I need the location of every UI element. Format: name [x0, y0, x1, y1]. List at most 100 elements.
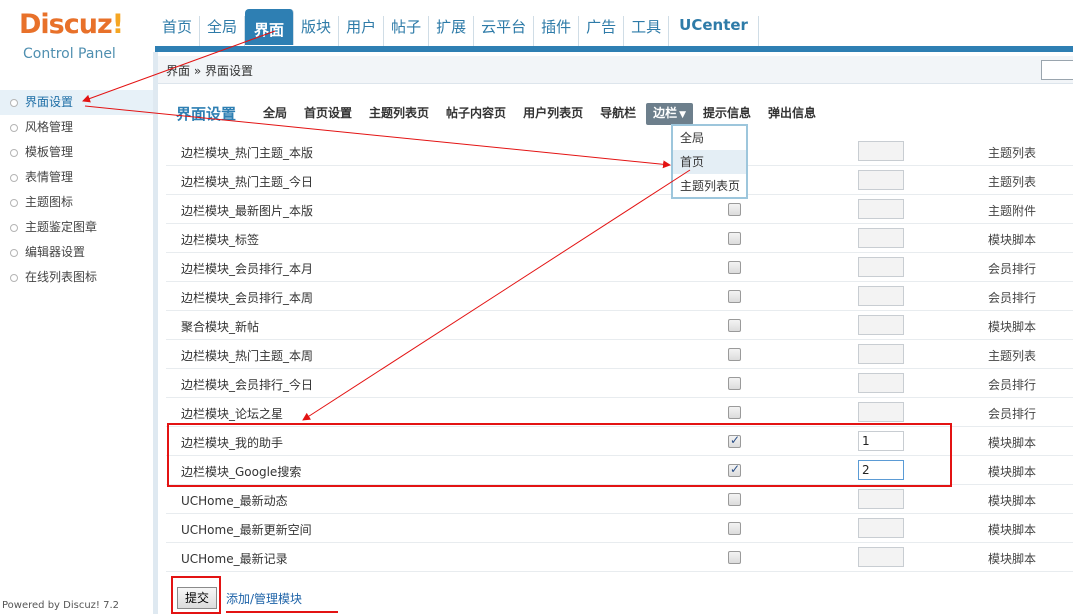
subnav-tab-forumdisplay[interactable]: 主题列表页: [362, 103, 436, 125]
caret-down-icon: ▼: [679, 110, 687, 120]
breadcrumb: 界面 » 界面设置: [166, 64, 253, 78]
order-input[interactable]: 1: [858, 431, 904, 451]
subnav-tab-popups[interactable]: 弹出信息: [761, 103, 823, 125]
page-title: 界面设置: [176, 105, 237, 123]
module-type: 模块脚本: [988, 320, 1037, 334]
module-type: 模块脚本: [988, 552, 1037, 566]
dropdown-item-index[interactable]: 首页: [673, 150, 746, 174]
sidebar-item-thread-icons[interactable]: 主题图标: [0, 190, 153, 215]
enable-checkbox[interactable]: [728, 319, 741, 332]
module-name: 边栏模块_会员排行_本月: [181, 262, 314, 276]
dropdown-item-global[interactable]: 全局: [673, 126, 746, 150]
enable-checkbox[interactable]: [728, 203, 741, 216]
order-input[interactable]: [858, 402, 904, 422]
topnav-tab-posts[interactable]: 帖子: [384, 16, 430, 46]
enable-checkbox[interactable]: [728, 406, 741, 419]
table-row: UCHome_最新记录 模块脚本: [166, 543, 1073, 572]
module-type: 主题列表: [988, 349, 1037, 363]
sub-nav: 全局 首页设置 主题列表页 帖子内容页 用户列表页 导航栏 边栏 ▼ 提示信息 弹…: [256, 103, 826, 125]
topnav-tab-ads[interactable]: 广告: [579, 16, 625, 46]
enable-checkbox[interactable]: [728, 348, 741, 361]
order-input[interactable]: [858, 547, 904, 567]
subnav-tab-messages[interactable]: 提示信息: [696, 103, 758, 125]
sidebar-item-stamps[interactable]: 主题鉴定图章: [0, 215, 153, 240]
logo-subtitle: Control Panel: [23, 46, 116, 62]
subnav-tab-memberlist[interactable]: 用户列表页: [516, 103, 590, 125]
module-type: 主题附件: [988, 204, 1037, 218]
sidebar-divider: [153, 52, 158, 614]
enable-checkbox[interactable]: [728, 493, 741, 506]
header-divider: [155, 46, 1073, 52]
enable-checkbox[interactable]: [728, 551, 741, 564]
module-name: 边栏模块_Google搜索: [181, 465, 302, 479]
order-input[interactable]: [858, 286, 904, 306]
enable-checkbox[interactable]: [728, 232, 741, 245]
module-name: 边栏模块_热门主题_今日: [181, 175, 314, 189]
module-type: 模块脚本: [988, 233, 1037, 247]
subnav-tab-sidebar[interactable]: 边栏 ▼: [646, 103, 694, 125]
table-row: 聚合模块_新帖 模块脚本: [166, 311, 1073, 340]
sidebar-item-online-icons[interactable]: 在线列表图标: [0, 265, 153, 290]
enable-checkbox[interactable]: [728, 261, 741, 274]
module-name: 边栏模块_我的助手: [181, 436, 284, 450]
module-name: UCHome_最新动态: [181, 494, 288, 508]
module-type: 主题列表: [988, 146, 1037, 160]
order-input[interactable]: [858, 257, 904, 277]
topnav-tab-home[interactable]: 首页: [155, 16, 201, 46]
subnav-tab-sidebar-label: 边栏: [653, 106, 678, 120]
module-type: 主题列表: [988, 175, 1037, 189]
sidebar-item-styles[interactable]: 风格管理: [0, 115, 153, 140]
subnav-tab-global[interactable]: 全局: [256, 103, 294, 125]
topnav-tab-plugins[interactable]: 插件: [534, 16, 580, 46]
table-row: 边栏模块_热门主题_本版 主题列表: [166, 137, 1073, 166]
order-input[interactable]: [858, 170, 904, 190]
dropdown-item-forumdisplay[interactable]: 主题列表页: [673, 174, 746, 198]
enable-checkbox[interactable]: [728, 433, 741, 448]
module-name: 边栏模块_会员排行_今日: [181, 378, 314, 392]
sidebar-item-editor[interactable]: 编辑器设置: [0, 240, 153, 265]
table-row: 边栏模块_最新图片_本版 主题附件: [166, 195, 1073, 224]
order-input[interactable]: [858, 199, 904, 219]
order-input[interactable]: [858, 228, 904, 248]
table-row: UCHome_最新更新空间 模块脚本: [166, 514, 1073, 543]
table-row: 边栏模块_热门主题_本周 主题列表: [166, 340, 1073, 369]
order-input[interactable]: [858, 344, 904, 364]
topnav-tab-global[interactable]: 全局: [200, 16, 246, 46]
table-row: 边栏模块_论坛之星 会员排行: [166, 398, 1073, 427]
order-input[interactable]: [858, 315, 904, 335]
topnav-tab-users[interactable]: 用户: [339, 16, 385, 46]
enable-checkbox[interactable]: [728, 377, 741, 390]
table-row: 边栏模块_会员排行_今日 会员排行: [166, 369, 1073, 398]
module-name: 边栏模块_最新图片_本版: [181, 204, 314, 218]
topnav-tab-forums[interactable]: 版块: [294, 16, 340, 46]
sidebar-item-interface-settings[interactable]: 界面设置: [0, 90, 153, 115]
order-input[interactable]: 2: [858, 460, 904, 480]
topnav-tab-extend[interactable]: 扩展: [429, 16, 475, 46]
add-manage-modules-link[interactable]: 添加/管理模块: [226, 590, 302, 607]
topnav-tab-interface[interactable]: 界面: [245, 9, 295, 45]
enable-checkbox[interactable]: [728, 522, 741, 535]
sidebar-item-templates[interactable]: 模板管理: [0, 140, 153, 165]
order-input[interactable]: [858, 489, 904, 509]
topnav-tab-cloud[interactable]: 云平台: [474, 16, 535, 46]
enable-checkbox[interactable]: [728, 290, 741, 303]
submit-button[interactable]: 提交: [177, 587, 217, 609]
module-table: 边栏模块_热门主题_本版 主题列表 边栏模块_热门主题_今日 主题列表 边栏模块_最新图…: [166, 137, 1073, 572]
subnav-tab-navbar[interactable]: 导航栏: [593, 103, 643, 125]
quick-search-input[interactable]: [1041, 60, 1073, 80]
order-input[interactable]: [858, 518, 904, 538]
order-input[interactable]: [858, 141, 904, 161]
topnav-tab-ucenter[interactable]: UCenter: [669, 16, 759, 46]
powered-by: Powered by Discuz! 7.2: [2, 600, 120, 611]
logo[interactable]: Discuz! Control Panel: [0, 0, 155, 63]
subnav-tab-viewthread[interactable]: 帖子内容页: [439, 103, 513, 125]
table-row: 边栏模块_会员排行_本周 会员排行: [166, 282, 1073, 311]
table-row: 边栏模块_Google搜索 2 模块脚本: [166, 456, 1073, 485]
order-input[interactable]: [858, 373, 904, 393]
topnav-tab-tools[interactable]: 工具: [624, 16, 670, 46]
enable-checkbox[interactable]: [728, 462, 741, 477]
sidebar-item-smilies[interactable]: 表情管理: [0, 165, 153, 190]
subnav-tab-index[interactable]: 首页设置: [297, 103, 359, 125]
module-name: 边栏模块_热门主题_本周: [181, 349, 314, 363]
table-row: 边栏模块_标签 模块脚本: [166, 224, 1073, 253]
